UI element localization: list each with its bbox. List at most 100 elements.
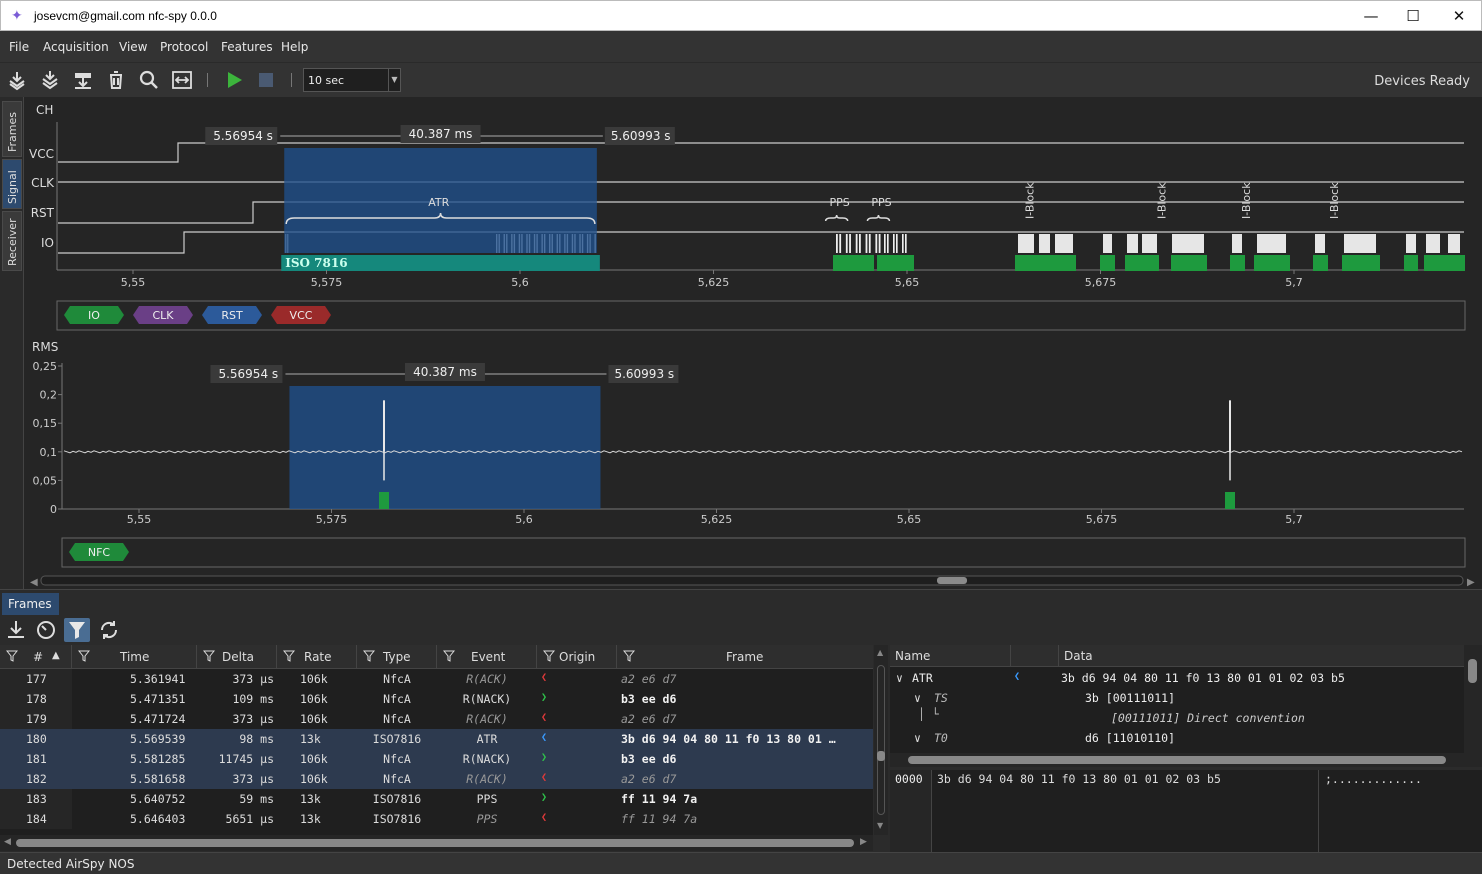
table-row[interactable]: 182 5.581658 373 µs 106k NfcA R(ACK) ❮ a…: [0, 769, 873, 789]
time-window-select[interactable]: 10 sec ▼: [303, 68, 401, 92]
menu-features[interactable]: Features: [221, 40, 273, 54]
tree-horizontal-scrollbar[interactable]: [890, 753, 1464, 767]
frame-marker[interactable]: [877, 255, 914, 271]
y-tick-label: 0,1: [40, 446, 58, 459]
minimize-button[interactable]: —: [1349, 5, 1393, 27]
table-row[interactable]: 181 5.581285 11745 µs 106k NfcA R(NACK) …: [0, 749, 873, 769]
stop-icon[interactable]: [255, 69, 277, 91]
frame-marker[interactable]: [833, 255, 874, 271]
menu-protocol[interactable]: Protocol: [160, 40, 208, 54]
search-icon[interactable]: [138, 69, 160, 91]
plot-scroll-thumb[interactable]: [937, 577, 967, 584]
tree-col-data[interactable]: Data: [1064, 649, 1093, 663]
frame-marker[interactable]: [1342, 255, 1380, 271]
cell-delta: 373 µs: [232, 772, 274, 786]
frame-marker[interactable]: [1313, 255, 1328, 271]
col-rate[interactable]: Rate: [277, 645, 357, 669]
table-vertical-scrollbar[interactable]: ▲ ▼: [874, 645, 888, 835]
tree-expand-icon[interactable]: ∨: [914, 731, 921, 745]
time-reference-icon[interactable]: [33, 618, 59, 642]
frame-marker[interactable]: [1230, 255, 1245, 271]
menu-file[interactable]: File: [9, 40, 29, 54]
table-row[interactable]: 180 5.569539 98 ms 13k ISO7816 ATR ❮ 3b …: [0, 729, 873, 749]
col-origin[interactable]: Origin: [537, 645, 617, 669]
side-tab-frames[interactable]: Frames: [2, 101, 22, 157]
plot-horizontal-scrollbar[interactable]: [40, 575, 1464, 586]
tree-col-name[interactable]: Name: [895, 649, 930, 663]
tab-frames[interactable]: Frames: [2, 593, 59, 615]
hex-bytes[interactable]: 3b d6 94 04 80 11 f0 13 80 01 01 02 03 b…: [937, 772, 1221, 786]
arrow-right-icon: ❯: [541, 792, 548, 803]
col-event[interactable]: Event: [437, 645, 537, 669]
frame-marker[interactable]: [1254, 255, 1290, 271]
refresh-icon[interactable]: [96, 618, 122, 642]
signal-cursor-end: 5.60993 s: [611, 129, 671, 143]
table-row[interactable]: 184 5.646403 5651 µs 13k ISO7816 PPS ❮ f…: [0, 809, 873, 829]
menu-help[interactable]: Help: [281, 40, 308, 54]
cell-type: NfcA: [383, 692, 411, 706]
legend-chip-label: RST: [221, 309, 243, 322]
fit-width-icon[interactable]: [171, 69, 193, 91]
plots-svg: CH VCC CLK RST IO ATR PPS PPS I-Block I-Bloc…: [29, 103, 1475, 588]
play-icon[interactable]: [223, 69, 245, 91]
col-delta[interactable]: Delta: [197, 645, 277, 669]
maximize-button[interactable]: ☐: [1391, 5, 1435, 27]
download-icon[interactable]: [72, 69, 94, 91]
tree-vertical-scrollbar[interactable]: [1464, 645, 1482, 767]
tree-node-atr[interactable]: ATR: [912, 671, 933, 685]
receiver-cursor[interactable]: 5.56954 s 5.60993 s 40.387 ms: [210, 363, 679, 383]
table-horizontal-scrollbar[interactable]: ◀ ▶: [0, 835, 873, 851]
table-row[interactable]: 183 5.640752 59 ms 13k ISO7816 PPS ❯ ff …: [0, 789, 873, 809]
table-row[interactable]: 178 5.471351 109 ms 106k NfcA R(NACK) ❯ …: [0, 689, 873, 709]
table-row[interactable]: 179 5.471724 373 µs 106k NfcA R(ACK) ❮ a…: [0, 709, 873, 729]
signal-legend[interactable]: IO CLK RST VCC: [64, 306, 331, 324]
tree-node-ts[interactable]: TS: [934, 691, 948, 705]
hex-ascii[interactable]: ;.............: [1318, 770, 1428, 852]
signal-cursor[interactable]: 5.56954 s 5.60993 s 40.387 ms: [205, 125, 675, 145]
status-bar: Detected AirSpy NOS: [0, 852, 1482, 874]
frame-marker[interactable]: [1100, 255, 1115, 271]
tree-expand-icon[interactable]: ∨: [914, 691, 921, 705]
menu-view[interactable]: View: [119, 40, 147, 54]
export-icon[interactable]: [3, 618, 29, 642]
scroll-up-icon[interactable]: ▲: [877, 648, 883, 657]
table-scroll-thumb[interactable]: [877, 751, 885, 761]
scroll-right-icon[interactable]: ▶: [860, 837, 867, 847]
x-tick-label: 5,55: [127, 513, 152, 526]
frame-marker[interactable]: [1404, 255, 1418, 271]
frame-marker[interactable]: [1225, 492, 1235, 509]
io-pulse: [1172, 234, 1204, 253]
trash-icon[interactable]: [105, 69, 127, 91]
frame-marker[interactable]: [1171, 255, 1207, 271]
filter-icon[interactable]: [64, 618, 90, 642]
frame-marker[interactable]: [1015, 255, 1076, 271]
frame-marker[interactable]: [1125, 255, 1159, 271]
tree-node-t0[interactable]: T0: [934, 731, 948, 745]
receiver-selection[interactable]: [289, 386, 601, 509]
menu-acquisition[interactable]: Acquisition: [43, 40, 109, 54]
scroll-down-icon[interactable]: ▼: [877, 821, 883, 830]
col-time[interactable]: Time: [72, 645, 197, 669]
scroll-left-icon[interactable]: ◀: [4, 837, 11, 847]
col-frame[interactable]: Frame: [617, 645, 873, 669]
frame-marker[interactable]: [379, 492, 389, 509]
frames-panel-header: Frames: [0, 589, 1482, 615]
col-index[interactable]: # ▲: [0, 645, 72, 669]
open-icon[interactable]: [6, 69, 28, 91]
plot-area: CH VCC CLK RST IO ATR PPS PPS I-Block I-Bloc…: [24, 97, 1482, 589]
scroll-left-icon[interactable]: ◀: [30, 577, 38, 588]
table-hscroll-thumb[interactable]: [16, 839, 854, 847]
close-button[interactable]: ✕: [1437, 5, 1481, 27]
cell-frame: ff 11 94 7a: [621, 792, 698, 806]
receiver-legend[interactable]: NFC: [69, 543, 129, 561]
x-tick-label: 5,575: [316, 513, 348, 526]
col-type[interactable]: Type: [357, 645, 437, 669]
scroll-right-icon[interactable]: ▶: [1467, 577, 1475, 588]
tree-expand-icon[interactable]: ∨: [896, 671, 903, 685]
table-row[interactable]: 177 5.361941 373 µs 106k NfcA R(ACK) ❮ a…: [0, 669, 873, 689]
side-tab-signal[interactable]: Signal: [2, 159, 22, 209]
save-icon[interactable]: [39, 69, 61, 91]
frame-marker[interactable]: [1424, 255, 1465, 271]
device-status: Devices Ready: [1374, 74, 1470, 89]
side-tab-receiver[interactable]: Receiver: [2, 211, 22, 271]
